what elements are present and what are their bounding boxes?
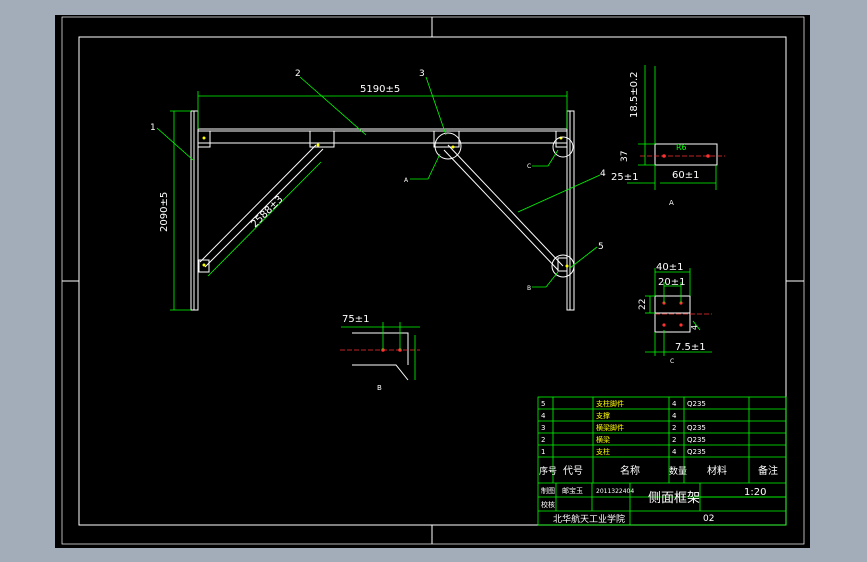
bom-row-no: 1 bbox=[541, 448, 545, 456]
dim-width: 5190±5 bbox=[360, 84, 400, 95]
part-ref-5: 5 bbox=[598, 242, 604, 252]
bom-row-qty: 2 bbox=[672, 436, 676, 444]
sheet-number: 02 bbox=[703, 514, 714, 524]
bom-row-qty: 4 bbox=[672, 400, 677, 408]
bom-row-name: 支柱脚件 bbox=[596, 399, 624, 408]
draw-label: 制图 bbox=[541, 486, 555, 495]
bom-row-material: Q235 bbox=[687, 400, 706, 408]
callout-a: A bbox=[404, 177, 409, 184]
detail-b-label: B bbox=[377, 384, 382, 392]
bom-row-qty: 4 bbox=[672, 448, 677, 456]
detail-c-label: C bbox=[670, 358, 674, 365]
dim-c-height: 22 bbox=[638, 299, 648, 310]
dim-c-edge: 7.5±1 bbox=[675, 342, 706, 353]
part-ref-1: 1 bbox=[150, 123, 156, 133]
dim-c-hole: 4 bbox=[690, 325, 699, 330]
callout-c: C bbox=[527, 163, 531, 170]
bom-row-material: Q235 bbox=[687, 436, 706, 444]
check-label: 校核 bbox=[541, 500, 555, 509]
dim-b-pitch: 75±1 bbox=[342, 314, 369, 325]
dim-a-height: 37 bbox=[620, 151, 630, 162]
bom-header-name: 名称 bbox=[620, 464, 640, 477]
title-block: 5 支柱脚件 4 Q235 4 支撑 4 3 横梁脚件 2 Q235 2 横梁 … bbox=[537, 396, 787, 526]
dim-brace: 2588±3 bbox=[249, 194, 285, 230]
bom-row-qty: 2 bbox=[672, 424, 676, 432]
part-ref-2: 2 bbox=[295, 69, 301, 79]
detail-a: 18.5±0.2 37 25±1 60±1 R6 A bbox=[611, 65, 725, 207]
scale: 1:20 bbox=[744, 487, 766, 498]
bom-row-name: 横梁脚件 bbox=[596, 423, 624, 432]
detail-b: 75±1 B bbox=[340, 314, 420, 392]
bom-row-material: Q235 bbox=[687, 448, 706, 456]
part-ref-4: 4 bbox=[600, 169, 606, 179]
leader-lines bbox=[156, 76, 601, 288]
bom-header-material: 材料 bbox=[707, 464, 727, 477]
bom-row-no: 4 bbox=[541, 412, 546, 420]
dim-height: 2090±5 bbox=[159, 192, 170, 232]
bom-row-name: 横梁 bbox=[596, 435, 610, 444]
detail-a-label: A bbox=[669, 199, 674, 207]
bom-row-no: 2 bbox=[541, 436, 545, 444]
callout-b: B bbox=[527, 285, 531, 292]
bom-row-name: 支柱 bbox=[596, 447, 610, 456]
bom-header-qty: 数量 bbox=[669, 465, 687, 477]
bom-rows: 5 支柱脚件 4 Q235 4 支撑 4 3 横梁脚件 2 Q235 2 横梁 … bbox=[541, 399, 706, 456]
drawing-title: 侧面框架 bbox=[648, 491, 700, 506]
bom-row-no: 5 bbox=[541, 400, 545, 408]
bom-header-remark: 备注 bbox=[758, 464, 778, 477]
dimension-lines bbox=[170, 91, 568, 311]
school-name: 北华航天工业学院 bbox=[553, 513, 625, 525]
bom-header-code: 代号 bbox=[563, 465, 583, 477]
dim-a-offset: 25±1 bbox=[611, 172, 638, 183]
dim-a-thickness: 18.5±0.2 bbox=[629, 71, 640, 118]
cad-drawing: 5190±5 2090±5 2588±3 1 2 3 4 5 A B C 18.… bbox=[61, 16, 805, 545]
student-id: 2011322404 bbox=[596, 488, 634, 495]
dim-a-length: 60±1 bbox=[672, 170, 699, 181]
bom-header: 序号 代号 名称 数量 材料 备注 bbox=[539, 464, 778, 477]
bom-row-qty: 4 bbox=[672, 412, 677, 420]
detail-c: 40±1 20±1 22 7.5±1 4 C bbox=[638, 262, 712, 365]
dim-c-inner: 20±1 bbox=[658, 277, 685, 288]
part-ref-3: 3 bbox=[419, 69, 425, 79]
bom-header-no: 序号 bbox=[539, 465, 557, 477]
bom-row-material: Q235 bbox=[687, 424, 706, 432]
dim-c-outer: 40±1 bbox=[656, 262, 683, 273]
anchor-points bbox=[202, 136, 569, 268]
side-frame bbox=[190, 110, 575, 311]
bom-row-no: 3 bbox=[541, 424, 545, 432]
bom-row-name: 支撑 bbox=[596, 411, 610, 420]
author: 邮宝玉 bbox=[562, 486, 583, 495]
dim-a-radius: R6 bbox=[676, 143, 687, 152]
